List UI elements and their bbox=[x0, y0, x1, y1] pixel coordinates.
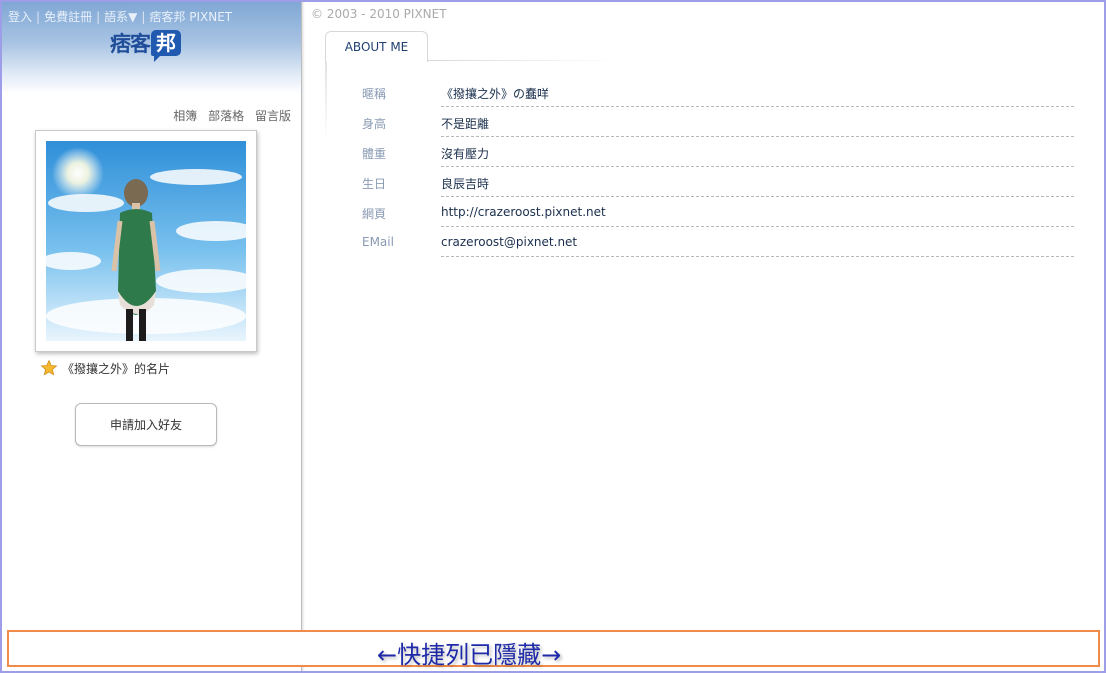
quickbar-hidden-notice[interactable]: ←快捷列已隱藏→ bbox=[7, 630, 1100, 669]
tab-bar: ABOUT ME bbox=[325, 31, 620, 62]
nav-blog[interactable]: 部落格 bbox=[208, 109, 244, 123]
row-divider bbox=[441, 166, 1074, 167]
row-label: 體重 bbox=[362, 147, 387, 161]
separator: | bbox=[36, 10, 41, 24]
card-caption[interactable]: 《撥攘之外》的名片 bbox=[40, 359, 170, 377]
tab-panel-edge bbox=[325, 62, 327, 142]
separator: | bbox=[96, 10, 101, 24]
row-divider bbox=[441, 136, 1074, 137]
profile-row-nickname: 暱稱 《撥攘之外》の蠢咩 bbox=[362, 78, 1074, 108]
nav-guestbook[interactable]: 留言版 bbox=[255, 109, 291, 123]
tab-about-me[interactable]: ABOUT ME bbox=[325, 31, 428, 62]
row-label: 網頁 bbox=[362, 207, 387, 221]
row-value: 沒有壓力 bbox=[441, 147, 490, 161]
logo-bubble: 邦 bbox=[151, 30, 181, 62]
register-link[interactable]: 免費註冊 bbox=[44, 10, 92, 24]
profile-row-website: 網頁 http://crazeroost.pixnet.net bbox=[362, 198, 1074, 228]
separator: | bbox=[141, 10, 146, 24]
pixnet-home-link[interactable]: 痞客邦 PIXNET bbox=[149, 10, 232, 24]
tab-underline bbox=[427, 60, 620, 61]
row-divider bbox=[441, 226, 1074, 227]
card-caption-text: 《撥攘之外》的名片 bbox=[62, 361, 171, 376]
language-dropdown[interactable]: 語系▼ bbox=[104, 10, 137, 24]
row-value: 《撥攘之外》の蠢咩 bbox=[441, 87, 550, 101]
row-value: 不是距離 bbox=[441, 117, 490, 131]
profile-photo bbox=[46, 141, 246, 341]
star-icon bbox=[40, 359, 58, 376]
profile-photo-card bbox=[35, 130, 257, 352]
row-divider bbox=[441, 256, 1074, 257]
email-link[interactable]: crazeroost@pixnet.net bbox=[441, 235, 577, 249]
row-label: 生日 bbox=[362, 177, 387, 191]
website-link[interactable]: http://crazeroost.pixnet.net bbox=[441, 205, 606, 219]
pixnet-logo[interactable]: 痞客邦 bbox=[110, 28, 181, 62]
copyright: © 2003 - 2010 PIXNET bbox=[311, 7, 447, 21]
row-label: 暱稱 bbox=[362, 87, 387, 101]
row-label: 身高 bbox=[362, 117, 387, 131]
top-links: 登入 | 免費註冊 | 語系▼ | 痞客邦 PIXNET bbox=[8, 8, 232, 25]
row-label: EMail bbox=[362, 235, 394, 249]
row-divider bbox=[441, 106, 1074, 107]
quickbar-text: ←快捷列已隱藏→ bbox=[377, 641, 562, 669]
profile-row-height: 身高 不是距離 bbox=[362, 108, 1074, 138]
profile-row-email: EMail crazeroost@pixnet.net bbox=[362, 228, 1074, 258]
nav-album[interactable]: 相簿 bbox=[173, 109, 197, 123]
profile-row-birthday: 生日 良辰吉時 bbox=[362, 168, 1074, 198]
login-link[interactable]: 登入 bbox=[8, 10, 32, 24]
profile-row-weight: 體重 沒有壓力 bbox=[362, 138, 1074, 168]
sidebar-header: 登入 | 免費註冊 | 語系▼ | 痞客邦 PIXNET 痞客邦 bbox=[2, 2, 301, 94]
profile-details: 暱稱 《撥攘之外》の蠢咩 身高 不是距離 體重 沒有壓力 生日 良辰吉時 網頁 … bbox=[362, 78, 1074, 258]
add-friend-button[interactable]: 申請加入好友 bbox=[75, 403, 217, 446]
sidebar-shadow bbox=[302, 2, 305, 671]
logo-text: 痞客 bbox=[110, 32, 151, 56]
row-value: 良辰吉時 bbox=[441, 177, 490, 191]
side-nav: 相簿 部落格 留言版 bbox=[166, 107, 291, 124]
row-divider bbox=[441, 196, 1074, 197]
